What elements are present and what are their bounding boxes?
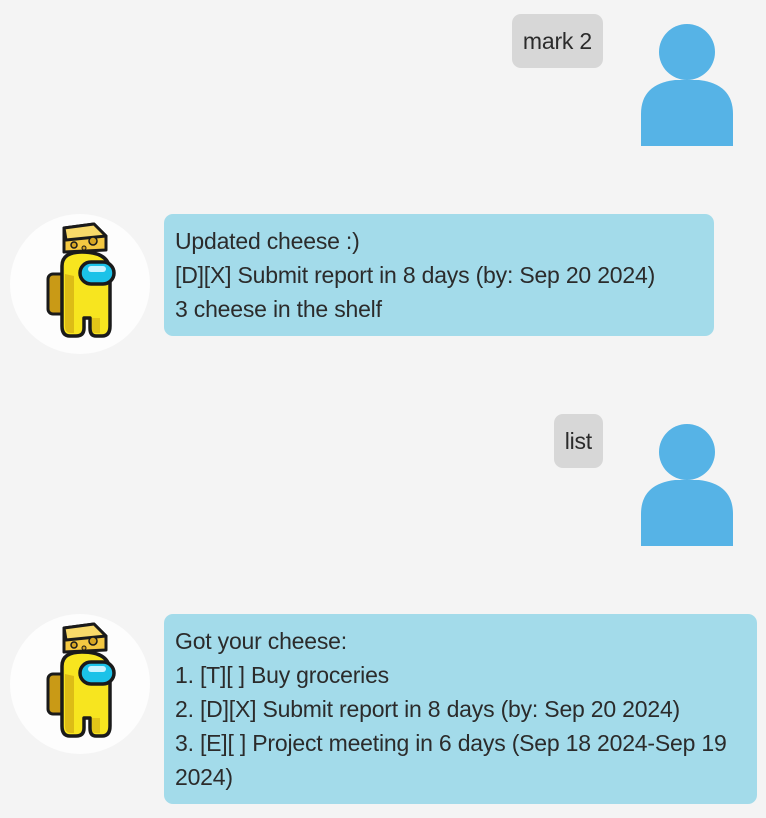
bot-message-line: [D][X] Submit report in 8 days (by: Sep …	[175, 262, 656, 288]
user-silhouette-icon	[641, 422, 733, 546]
crewmate-cheese-icon	[10, 214, 150, 354]
crewmate-cheese-icon	[10, 614, 150, 754]
user-message-bubble: list	[553, 414, 603, 468]
user-message-text: list	[564, 428, 593, 454]
bot-message-line: 3 cheese in the shelf	[175, 296, 382, 322]
user-silhouette-icon	[641, 22, 733, 146]
user-message-text: mark 2	[522, 28, 592, 54]
bot-message-line: Updated cheese :)	[175, 228, 360, 254]
bot-message-bubble: Updated cheese :) [D][X] Submit report i…	[164, 214, 714, 336]
bot-message-line: 1. [T][ ] Buy groceries	[175, 662, 389, 688]
bot-message-line: 3. [E][ ] Project meeting in 6 days (Sep…	[175, 730, 727, 790]
bot-message-line: Got your cheese:	[175, 628, 347, 654]
user-message-bubble: mark 2	[511, 14, 603, 68]
bot-message-line: 2. [D][X] Submit report in 8 days (by: S…	[175, 696, 681, 722]
bot-message-bubble: Got your cheese: 1. [T][ ] Buy groceries…	[164, 614, 757, 804]
